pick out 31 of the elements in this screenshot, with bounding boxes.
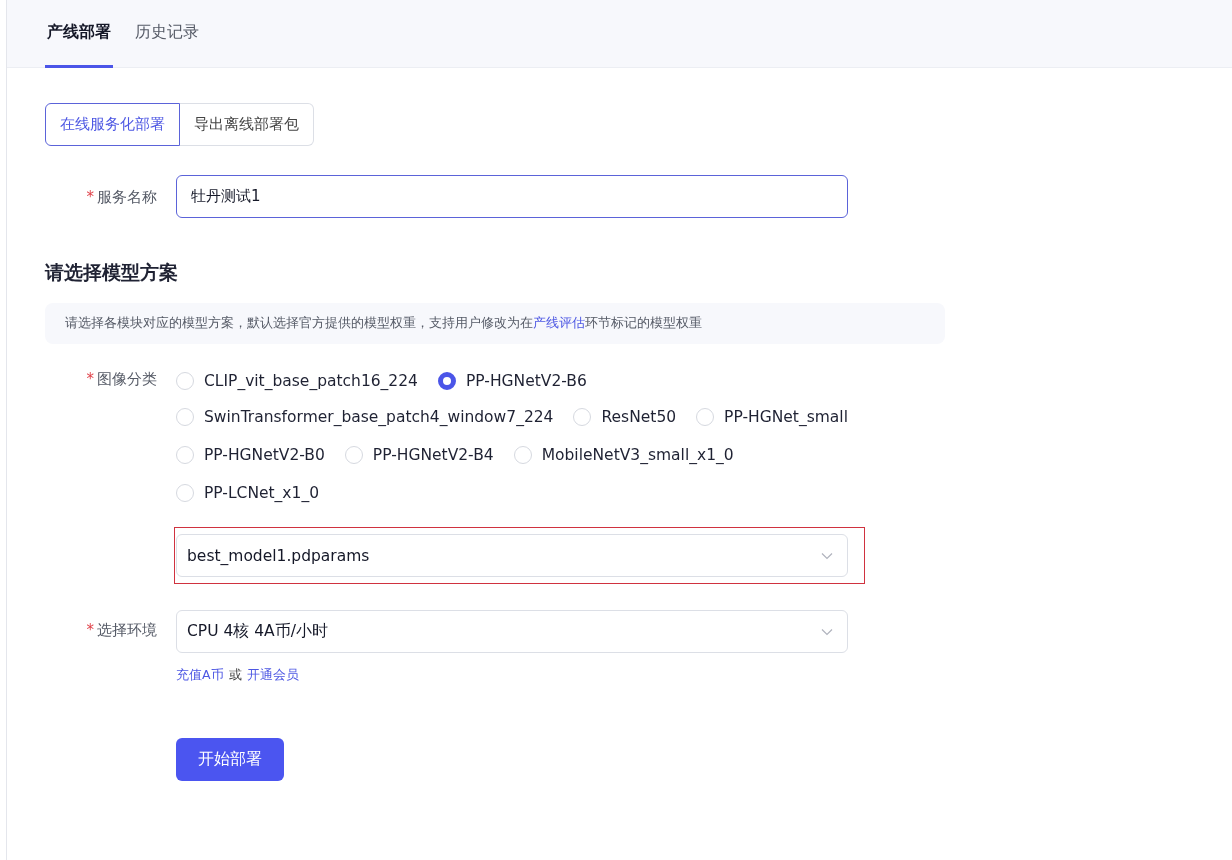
radio-option[interactable]: SwinTransformer_base_patch4_window7_224 — [176, 408, 554, 426]
chevron-down-icon — [821, 627, 833, 636]
field-label: 选择环境 — [97, 621, 157, 639]
mode-toggle[interactable]: 导出离线部署包 — [180, 103, 314, 146]
radio-option[interactable]: CLIP_vit_base_patch16_224 — [176, 372, 418, 390]
environment-select[interactable]: CPU 4核 4A币/小时 — [176, 610, 848, 653]
radio-option[interactable]: PP-LCNet_x1_0 — [176, 484, 319, 502]
tab[interactable]: 历史记录 — [133, 0, 201, 68]
weights-select[interactable]: best_model1.pdparams — [176, 534, 848, 577]
radio-option[interactable]: ResNet50 — [573, 408, 677, 426]
field-label: 服务名称 — [97, 187, 157, 206]
separator-text: 或 — [228, 667, 242, 684]
section-title: 请选择模型方案 — [45, 260, 179, 285]
submit-button[interactable]: 开始部署 — [176, 738, 284, 781]
radio-option[interactable]: PP-HGNetV2-B6 — [437, 372, 587, 390]
radio-option[interactable]: PP-HGNet_small — [696, 408, 848, 426]
link[interactable]: 充值A币 — [176, 667, 224, 684]
radio-option[interactable]: MobileNetV3_small_x1_0 — [513, 446, 734, 464]
field-label: 图像分类 — [97, 370, 157, 388]
radio-option[interactable]: PP-HGNetV2-B0 — [176, 446, 325, 464]
chevron-down-icon — [821, 551, 833, 560]
mode-toggle[interactable]: 在线服务化部署 — [45, 103, 180, 146]
radio-option[interactable]: PP-HGNetV2-B4 — [344, 446, 494, 464]
required-mark: * — [86, 187, 94, 206]
required-mark: * — [86, 370, 94, 388]
tab[interactable]: 产线部署 — [45, 0, 113, 68]
notice-text: 请选择各模块对应的模型方案，默认选择官方提供的模型权重，支持用户修改为在产线评估环节标记的模型权重 — [45, 303, 945, 344]
link[interactable]: 开通会员 — [246, 667, 299, 684]
required-mark: * — [86, 621, 94, 639]
service-name-input[interactable]: 牡丹测试1 — [176, 175, 848, 218]
link[interactable]: 产线评估 — [533, 315, 585, 330]
